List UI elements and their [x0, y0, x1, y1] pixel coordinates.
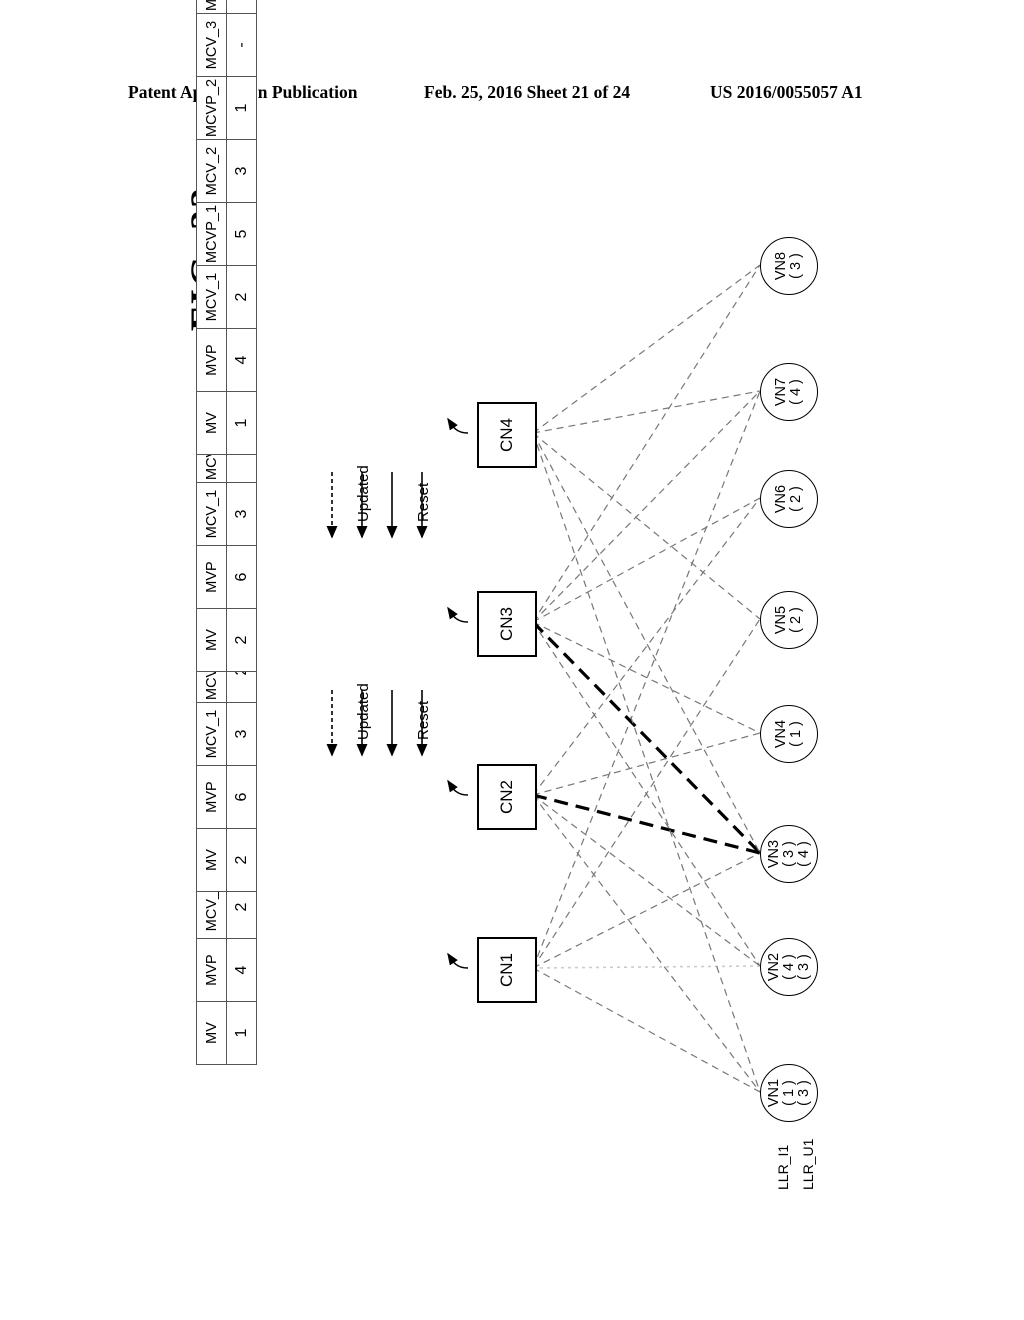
check-node-label: CN3	[497, 606, 516, 642]
table-row: 1 4 2 5 3 1 - -	[226, 0, 257, 455]
check-node-label: CN1	[497, 952, 516, 988]
publication-header: Patent Application Publication Feb. 25, …	[0, 82, 1024, 116]
cn4-table: MV MVP MCV_1 MCVP_1 MCV_2 MCVP_2 MCV_3 M…	[196, 0, 257, 455]
variable-node-label: VN4	[773, 719, 790, 749]
variable-node-vn2[interactable]: VN2 ( 4 ) ( 3 )	[760, 938, 818, 996]
check-node-cn3[interactable]: CN3	[477, 591, 537, 657]
row-label: MV	[196, 608, 227, 672]
row-label: MVP	[196, 328, 227, 392]
variable-node-value1: ( 1 )	[780, 1080, 797, 1106]
variable-node-vn3[interactable]: VN3 ( 3 ) ( 4 )	[760, 825, 818, 883]
variable-node-label: VN8	[773, 251, 790, 281]
variable-node-vn4[interactable]: VN4 ( 1 )	[760, 705, 818, 763]
variable-node-label-group: VN1 ( 1 ) ( 3 )	[765, 1078, 812, 1108]
publication-number: US 2016/0055057 A1	[710, 82, 863, 102]
variable-node-value1: ( 2 )	[788, 607, 804, 633]
table-cell: -	[226, 13, 257, 77]
table-cell: 5	[226, 202, 257, 266]
variable-node-vn8[interactable]: VN8 ( 3 )	[760, 237, 818, 295]
variable-node-label-group: VN3 ( 3 ) ( 4 )	[765, 839, 812, 869]
variable-node-value1: ( 3 )	[788, 253, 804, 279]
llr-update-label: LLR_U1	[800, 1138, 816, 1190]
variable-node-value1: ( 3 )	[780, 841, 797, 867]
check-node-cn1[interactable]: CN1	[477, 937, 537, 1003]
variable-node-vn7[interactable]: VN7 ( 4 )	[760, 363, 818, 421]
variable-node-label: VN1	[765, 1078, 782, 1108]
table-cell: -	[226, 0, 257, 14]
table-cell: 3	[226, 139, 257, 203]
variable-node-label: VN2	[765, 952, 782, 982]
variable-node-vn1[interactable]: VN1 ( 1 ) ( 3 )	[760, 1064, 818, 1122]
check-node-label: CN4	[497, 417, 516, 453]
variable-node-value1: ( 2 )	[788, 486, 804, 512]
row-label: MCV_1	[196, 265, 227, 329]
table-cell: 4	[226, 328, 257, 392]
row-label: MCV_2	[196, 139, 227, 203]
reset-label: Reset	[415, 482, 432, 522]
table-cell: 1	[226, 391, 257, 455]
table-cell: 1	[226, 1001, 257, 1065]
variable-node-label-group: VN6 ( 2 )	[773, 484, 804, 514]
table-cell: 6	[226, 545, 257, 609]
variable-node-vn6[interactable]: VN6 ( 2 )	[760, 470, 818, 528]
variable-node-value1: ( 1 )	[788, 721, 804, 747]
row-label: MV	[196, 1001, 227, 1065]
variable-node-value1: ( 4 )	[780, 954, 797, 980]
row-label: MCVP_1	[196, 202, 227, 266]
check-node-cn2[interactable]: CN2	[477, 764, 537, 830]
cn2-table-wrapper: MV MVP MCV_1 MCVP_1 MCV_2 MCVP_2 MCV_3 M…	[196, 387, 701, 953]
variable-node-value2: ( 4 )	[795, 841, 812, 867]
table-cell: 2	[226, 265, 257, 329]
table-cell: 2	[226, 608, 257, 672]
variable-node-value1: ( 4 )	[788, 379, 804, 405]
variable-node-label: VN6	[773, 484, 790, 514]
variable-node-label: VN5	[773, 605, 790, 635]
row-label: MVP	[196, 545, 227, 609]
row-label: MV	[196, 828, 227, 892]
updated-label: Updated	[355, 465, 372, 522]
table-cell: 6	[226, 765, 257, 829]
cn3-table-wrapper: MV MVP MCV_1 MCVP_1 MCV_2 MCVP_2 MCV_3 M…	[196, 167, 701, 733]
variable-node-value2: ( 3 )	[795, 954, 812, 980]
check-node-cn4[interactable]: CN4	[477, 402, 537, 468]
check-node-label: CN2	[497, 779, 516, 815]
variable-node-vn5[interactable]: VN5 ( 2 )	[760, 591, 818, 649]
llr-input-label: LLR_I1	[775, 1144, 791, 1190]
row-label: MVP	[196, 765, 227, 829]
cn4-table-wrapper: MV MVP MCV_1 MCVP_1 MCV_2 MCVP_2 MCV_3 M…	[196, 0, 701, 516]
variable-node-value2: ( 3 )	[795, 1080, 812, 1106]
publication-date-sheet: Feb. 25, 2016 Sheet 21 of 24	[424, 82, 631, 102]
variable-node-label: VN7	[773, 377, 790, 407]
updated-label: Updated	[355, 683, 372, 740]
cn1-table-wrapper: MV MVP MCV_1 MCVP_1 MCV_2 MCVP_2 MCV_3 M…	[196, 560, 701, 1126]
row-label: MCVP_3	[196, 0, 227, 14]
row-label: MCV_3	[196, 13, 227, 77]
row-label: MCVP_2	[196, 76, 227, 140]
table-cell: 1	[226, 76, 257, 140]
variable-node-label-group: VN7 ( 4 )	[773, 377, 804, 407]
row-label: MV	[196, 391, 227, 455]
variable-node-label-group: VN8 ( 3 )	[773, 251, 804, 281]
variable-node-label-group: VN5 ( 2 )	[773, 605, 804, 635]
variable-node-label: VN3	[765, 839, 782, 869]
reset-label: Reset	[415, 700, 432, 740]
table-row: MV MVP MCV_1 MCVP_1 MCV_2 MCVP_2 MCV_3 M…	[196, 0, 227, 455]
variable-node-label-group: VN4 ( 1 )	[773, 719, 804, 749]
table-cell: 2	[226, 828, 257, 892]
variable-node-label-group: VN2 ( 4 ) ( 3 )	[765, 952, 812, 982]
